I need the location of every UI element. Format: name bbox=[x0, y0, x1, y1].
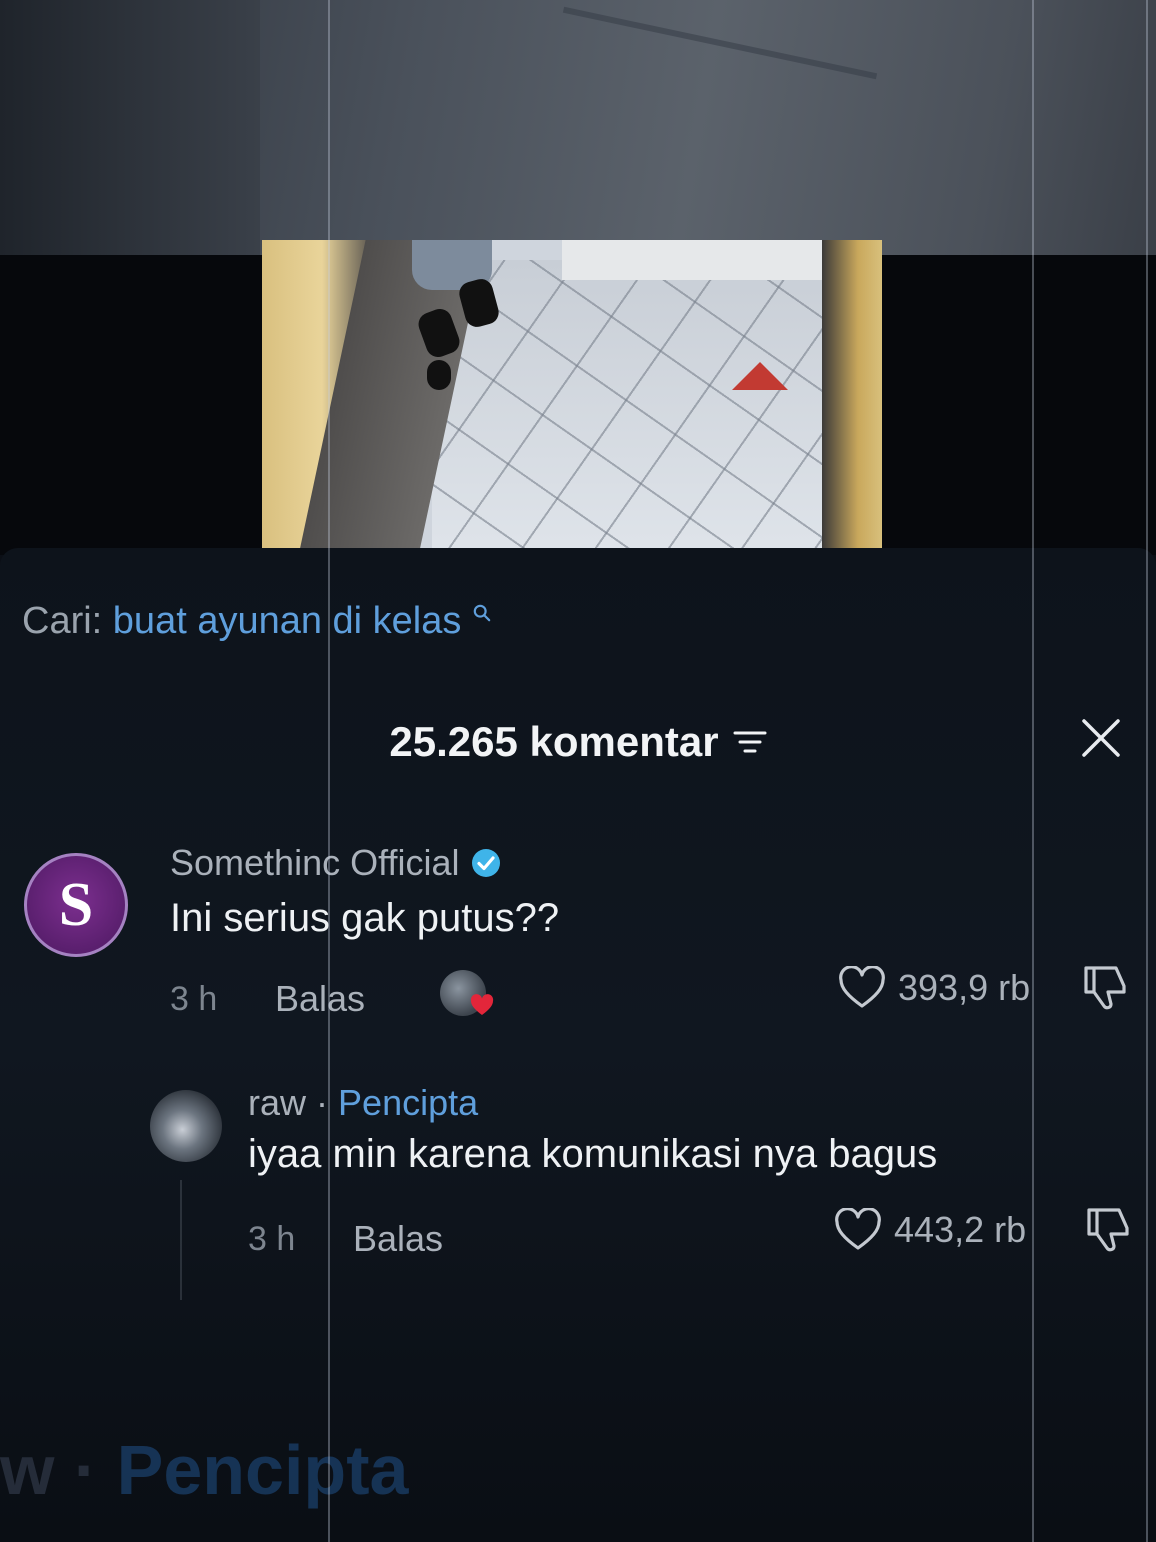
video-background-top bbox=[0, 0, 1156, 256]
reply-username[interactable]: raw bbox=[248, 1082, 306, 1123]
search-prefix: Cari: bbox=[22, 600, 103, 642]
like-count: 393,9 rb bbox=[898, 967, 1031, 1008]
reply-username-row[interactable]: raw · Pencipta bbox=[248, 1082, 478, 1124]
guide-line bbox=[1146, 0, 1148, 1542]
ghost-overlay-text: w · Pencipta bbox=[0, 1430, 408, 1510]
creator-liked-heart-icon bbox=[470, 994, 494, 1015]
like-group[interactable]: 393,9 rb bbox=[838, 966, 1030, 1010]
thumbnail-red-object bbox=[732, 362, 788, 390]
avatar-letter: S bbox=[58, 870, 94, 939]
comment-count: 25.265 komentar bbox=[389, 718, 719, 765]
reply-separator: · bbox=[316, 1082, 329, 1123]
reply-like-group[interactable]: 443,2 rb bbox=[834, 1208, 1026, 1252]
search-icon bbox=[474, 604, 491, 622]
verified-badge-icon bbox=[472, 849, 501, 877]
filter-icon[interactable] bbox=[733, 728, 767, 756]
comment-sheet bbox=[0, 548, 1156, 1542]
username-text[interactable]: Somethinc Official bbox=[170, 842, 459, 884]
dislike-icon[interactable] bbox=[1080, 962, 1130, 1012]
creator-badge: Pencipta bbox=[338, 1082, 479, 1123]
video-blur bbox=[562, 6, 878, 80]
ghost-fragment: w · bbox=[0, 1431, 98, 1509]
reply-reply-button[interactable]: Balas bbox=[353, 1218, 443, 1260]
reply-time: 3 h bbox=[248, 1220, 296, 1258]
thumbnail-floor bbox=[432, 260, 882, 556]
comment-username[interactable]: Somethinc Official bbox=[170, 842, 501, 884]
guide-line bbox=[328, 0, 330, 1542]
heart-icon[interactable] bbox=[838, 966, 886, 1010]
reply-text: iyaa min karena komunikasi nya bagus bbox=[248, 1132, 938, 1176]
close-icon[interactable] bbox=[1080, 717, 1122, 759]
ghost-badge: Pencipta bbox=[116, 1431, 409, 1509]
comments-header: 25.265 komentar bbox=[0, 718, 1156, 766]
thumbnail-shoe bbox=[427, 360, 451, 390]
guide-line bbox=[1032, 0, 1034, 1542]
comment-time: 3 h bbox=[170, 980, 218, 1018]
reply-like-count: 443,2 rb bbox=[894, 1209, 1027, 1250]
search-query[interactable]: buat ayunan di kelas bbox=[113, 600, 462, 642]
thread-connector bbox=[180, 1180, 182, 1300]
thumbnail-right-frame bbox=[822, 240, 882, 556]
reply-avatar[interactable] bbox=[150, 1090, 222, 1162]
video-thumbnail[interactable] bbox=[262, 240, 882, 556]
reply-button[interactable]: Balas bbox=[275, 978, 365, 1020]
dislike-icon[interactable] bbox=[1083, 1204, 1133, 1254]
avatar[interactable]: S bbox=[24, 853, 128, 957]
video-wall bbox=[0, 0, 260, 255]
search-suggestion[interactable]: Cari: buat ayunan di kelas bbox=[22, 600, 491, 643]
comment-text: Ini serius gak putus?? bbox=[170, 896, 560, 940]
heart-icon[interactable] bbox=[834, 1208, 882, 1252]
